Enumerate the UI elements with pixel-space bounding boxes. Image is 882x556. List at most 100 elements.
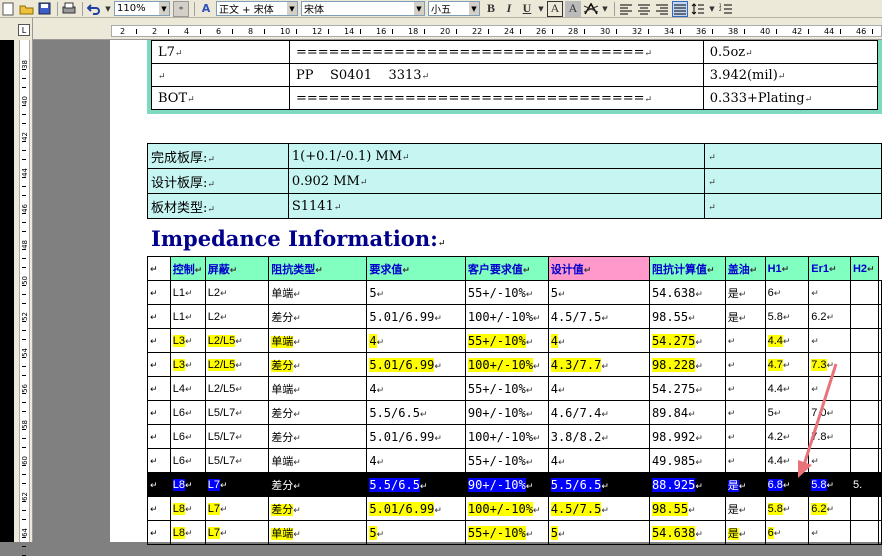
align-right-icon[interactable] bbox=[654, 1, 670, 17]
impedance-cell: L8↵ bbox=[169, 520, 206, 545]
impedance-cell: 差分↵ bbox=[268, 304, 368, 329]
ruler-tick bbox=[680, 29, 681, 34]
undo-icon[interactable] bbox=[86, 1, 102, 17]
ruler-tick bbox=[22, 231, 26, 232]
impedance-cell: ↵ bbox=[724, 448, 766, 473]
ruler-top-number: 2 bbox=[152, 27, 158, 36]
row-mark: ↵ bbox=[150, 455, 158, 466]
new-document-icon[interactable] bbox=[0, 1, 16, 17]
justify-icon[interactable] bbox=[672, 0, 688, 17]
cell-mark: ↵ bbox=[826, 359, 835, 370]
chevron-down-icon[interactable]: ▼ bbox=[414, 2, 424, 15]
impedance-value: 4.7 bbox=[767, 358, 783, 371]
char-shading-button[interactable]: A bbox=[565, 0, 581, 17]
impedance-cell: L2↵ bbox=[204, 280, 270, 305]
impedance-cell: 4.4↵ bbox=[764, 328, 810, 353]
chevron-down-icon[interactable]: ▼ bbox=[159, 2, 169, 15]
cell-mark: ↵ bbox=[828, 263, 837, 274]
ruler-tick bbox=[22, 294, 26, 295]
impedance-value: 7.3 bbox=[811, 358, 827, 371]
info-extra-cell: ↵ bbox=[704, 168, 882, 194]
font-size-value: 小五 bbox=[431, 5, 451, 16]
cell-mark: ↵ bbox=[745, 48, 753, 59]
tab-selector[interactable]: L bbox=[18, 24, 30, 36]
impedance-cell: 98.992↵ bbox=[648, 424, 726, 449]
scaling-dropdown-icon[interactable]: ▼ bbox=[601, 1, 609, 17]
open-folder-icon[interactable] bbox=[18, 1, 34, 17]
impedance-cell: 单端↵ bbox=[268, 328, 368, 353]
underline-button[interactable]: U bbox=[519, 1, 535, 17]
impedance-row: ↵ L3↵ L2/L5↵ 差分↵ 5.01/6.99↵ 100+/-10%↵ 4.3/7.7… bbox=[147, 352, 882, 377]
board-info-table: 完成板厚:↵ 1(+0.1/-0.1) MM↵ ↵ 设计板厚:↵ 0.902 MM↵ ↵ 板… bbox=[147, 143, 882, 219]
cell-mark: ↵ bbox=[185, 287, 193, 298]
horizontal-ruler[interactable]: 2 2 4 6 8 10 12 14 16 18 20 22 24 26 28 30 32 34 36 38 40 42 4… bbox=[33, 18, 882, 40]
align-left-icon[interactable] bbox=[618, 1, 634, 17]
impedance-row: ↵ L3↵ L2/L5↵ 单端↵ 4↵ 55+/-10%↵ 4↵ 54.275↵ ↵ 4.4↵ ↵ bbox=[147, 328, 882, 353]
impedance-value: 是 bbox=[727, 287, 739, 300]
ruler-tick bbox=[22, 465, 26, 466]
impedance-cell: 3.8/8.2↵ bbox=[547, 424, 650, 449]
impedance-header-cell: 设计值↵ bbox=[547, 256, 650, 281]
ruler-top-number: 46 bbox=[856, 27, 867, 36]
layer-description: ================================ bbox=[295, 44, 645, 60]
info-value-cell: 0.902 MM↵ bbox=[287, 168, 706, 194]
ruler-top-number: 6 bbox=[216, 27, 222, 36]
cell-mark: ↵ bbox=[727, 359, 736, 370]
underline-dropdown-icon[interactable]: ▼ bbox=[537, 1, 545, 17]
info-value: 0.902 MM bbox=[291, 173, 360, 189]
row-mark-cell: ↵ bbox=[147, 304, 171, 329]
impedance-cell: 100+/-10%↵ bbox=[464, 496, 549, 521]
char-border-button[interactable]: A bbox=[547, 0, 563, 17]
line-spacing-dropdown-icon[interactable]: ▼ bbox=[708, 1, 716, 17]
align-center-icon[interactable] bbox=[636, 1, 652, 17]
impedance-cell: ↵ bbox=[724, 352, 766, 377]
undo-dropdown-icon[interactable]: ▼ bbox=[104, 1, 112, 17]
chevron-down-icon[interactable]: ▼ bbox=[469, 2, 479, 15]
row-end-cell bbox=[878, 424, 882, 449]
ruler-corner: L bbox=[0, 18, 33, 40]
styles-icon[interactable]: A bbox=[198, 1, 214, 17]
impedance-value: L2 bbox=[207, 286, 220, 299]
toolbar-separator bbox=[82, 1, 83, 16]
font-size-select[interactable]: 小五 ▼ bbox=[428, 1, 480, 16]
ruler-tick bbox=[22, 141, 26, 142]
bold-button[interactable]: B bbox=[483, 1, 499, 17]
row-mark: ↵ bbox=[150, 335, 158, 346]
cell-mark: ↵ bbox=[644, 48, 653, 59]
info-extra-cell: ↵ bbox=[704, 193, 882, 219]
style-select[interactable]: 正文 + 宋体 ▼ bbox=[216, 1, 298, 16]
line-spacing-icon[interactable] bbox=[690, 1, 706, 17]
impedance-title-text: Impedance Information: bbox=[151, 226, 438, 251]
info-value-cell: 1(+0.1/-0.1) MM↵ bbox=[287, 143, 706, 169]
impedance-header-cell: 要求值↵ bbox=[366, 256, 466, 281]
ruler-tick bbox=[456, 29, 457, 34]
cell-mark: ↵ bbox=[293, 480, 301, 491]
impedance-row: ↵ L8↵ L7↵ 差分↵ 5.5/6.5↵ 90+/-10%↵ 5.5/6.5↵ 88.92… bbox=[147, 472, 882, 497]
zoom-select[interactable]: 110% ▼ bbox=[114, 1, 170, 16]
numbering-icon[interactable]: 12 bbox=[718, 1, 734, 17]
impedance-cell: 7.8↵ bbox=[808, 424, 851, 449]
vertical-ruler[interactable]: 38 40 42 44 46 48 50 52 54 56 58 60 62 64 bbox=[14, 40, 33, 556]
cell-mark: ↵ bbox=[811, 527, 819, 538]
cell-mark: ↵ bbox=[421, 71, 430, 82]
ruler-top-number: 32 bbox=[632, 27, 643, 36]
italic-button[interactable]: I bbox=[501, 1, 517, 17]
ruler-left-number: 50 bbox=[21, 276, 29, 285]
save-icon[interactable] bbox=[36, 1, 52, 17]
cell-mark: ↵ bbox=[583, 264, 592, 275]
print-icon[interactable] bbox=[61, 1, 77, 17]
impedance-cell: 单端↵ bbox=[268, 448, 368, 473]
cell-mark: ↵ bbox=[782, 431, 791, 442]
impedance-value: 5 bbox=[550, 525, 558, 540]
impedance-cell: 6↵ bbox=[764, 280, 810, 305]
ruler-left-number: 40 bbox=[21, 96, 29, 105]
char-scaling-icon[interactable] bbox=[583, 1, 599, 17]
impedance-row: ↵ L6↵ L5/L7↵ 差分↵ 5.01/6.99↵ 100+/-10%↵ 3.8/8.2… bbox=[147, 424, 882, 449]
chevron-down-icon[interactable]: ▼ bbox=[287, 2, 297, 15]
impedance-value: 55+/-10% bbox=[467, 381, 526, 396]
cell-mark: ↵ bbox=[601, 360, 609, 371]
impedance-header-label: 阻抗计算值 bbox=[651, 263, 707, 276]
impedance-cell: 88.925↵ bbox=[648, 472, 726, 497]
toolbar-scroll-icon[interactable]: ≑ bbox=[173, 0, 189, 17]
font-select[interactable]: 宋体 ▼ bbox=[301, 1, 425, 16]
